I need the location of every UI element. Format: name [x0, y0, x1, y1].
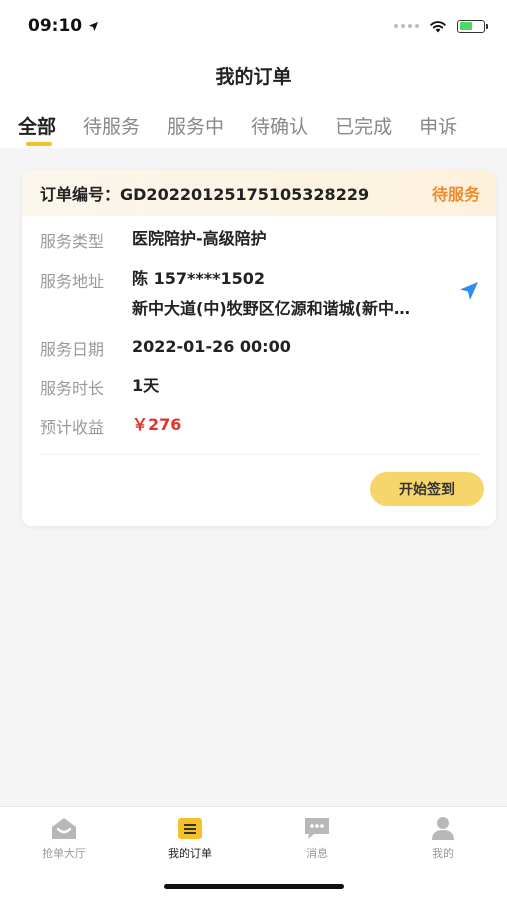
order-number-label: 订单编号： — [40, 185, 121, 204]
status-bar: 09:10 — [0, 0, 507, 52]
profile-icon — [432, 817, 454, 840]
tab-completed[interactable]: 已完成 — [335, 98, 392, 148]
tab-in-service[interactable]: 服务中 — [167, 98, 224, 148]
location-arrow-icon — [89, 21, 99, 31]
tabbar-label: 我的订单 — [168, 847, 212, 860]
service-address-row: 服务地址 陈 157****1502 新中大道(中)牧野区亿源和谐城(新中… — [40, 268, 410, 320]
expected-income-value: ￥276 — [132, 415, 182, 434]
tab-appeal[interactable]: 申诉 — [419, 98, 457, 148]
tab-label: 申诉 — [419, 116, 458, 138]
time-text: 09:10 — [28, 16, 83, 36]
wifi-icon — [430, 20, 446, 32]
expected-income-row: 预计收益 ￥276 — [40, 414, 181, 438]
tabbar-label: 我的 — [432, 847, 454, 860]
service-address-label: 服务地址 — [40, 272, 105, 291]
message-icon — [305, 818, 329, 839]
tab-label: 已完成 — [335, 116, 393, 138]
tabbar-item-hall[interactable]: 抢单大厅 — [1, 815, 127, 861]
card-divider — [40, 454, 480, 455]
tabbar-item-profile[interactable]: 我的 — [380, 815, 506, 861]
service-type-row: 服务类型 医院陪护-高级陪护 — [40, 228, 267, 252]
order-number-value: GD20220125175105328229 — [120, 185, 370, 204]
status-time: 09:10 — [28, 16, 99, 36]
page-title: 我的订单 — [215, 65, 292, 88]
tab-pending-service[interactable]: 待服务 — [83, 98, 140, 148]
tabbar-label: 消息 — [306, 847, 328, 860]
nav-bar: 我的订单 — [0, 52, 507, 98]
service-type-label: 服务类型 — [40, 232, 105, 251]
tab-label: 全部 — [18, 116, 57, 138]
start-checkin-button[interactable]: 开始签到 — [370, 472, 484, 506]
service-date-value: 2022-01-26 00:00 — [132, 337, 291, 356]
service-date-label: 服务日期 — [40, 340, 105, 359]
service-duration-label: 服务时长 — [40, 379, 105, 398]
hall-icon — [52, 818, 76, 839]
page: 09:10 我的订单 全部 待服务 服务中 待确认 已完成 申诉 订单编号：GD… — [0, 0, 507, 900]
service-type-value: 医院陪护-高级陪护 — [132, 229, 267, 248]
status-indicators — [394, 19, 488, 33]
signal-icon — [394, 24, 419, 28]
order-status-badge: 待服务 — [431, 185, 480, 204]
orders-icon — [178, 818, 202, 839]
tab-label: 待确认 — [251, 116, 309, 138]
contact-line: 陈 157****1502 — [132, 269, 265, 288]
tab-label: 待服务 — [83, 116, 141, 138]
tab-pending-confirm[interactable]: 待确认 — [251, 98, 308, 148]
navigate-icon[interactable] — [458, 280, 480, 302]
tab-active-indicator — [26, 142, 52, 146]
order-filter-tabs: 全部 待服务 服务中 待确认 已完成 申诉 — [0, 98, 507, 148]
service-duration-row: 服务时长 1天 — [40, 375, 159, 399]
address-line: 新中大道(中)牧野区亿源和谐城(新中… — [132, 299, 410, 318]
tab-all[interactable]: 全部 — [18, 98, 56, 148]
order-number: 订单编号：GD20220125175105328229 — [40, 181, 369, 205]
service-duration-value: 1天 — [132, 376, 160, 395]
battery-icon — [457, 19, 488, 33]
tabbar-item-orders[interactable]: 我的订单 — [127, 815, 253, 861]
tab-label: 服务中 — [167, 116, 225, 138]
order-card-header: 订单编号：GD20220125175105328229 待服务 — [22, 170, 496, 216]
tabbar-item-messages[interactable]: 消息 — [254, 815, 380, 861]
service-date-row: 服务日期 2022-01-26 00:00 — [40, 336, 291, 360]
tabbar-label: 抢单大厅 — [42, 847, 86, 860]
home-indicator — [164, 884, 344, 889]
expected-income-label: 预计收益 — [40, 418, 105, 437]
order-card[interactable]: 订单编号：GD20220125175105328229 待服务 服务类型 医院陪… — [22, 170, 496, 526]
